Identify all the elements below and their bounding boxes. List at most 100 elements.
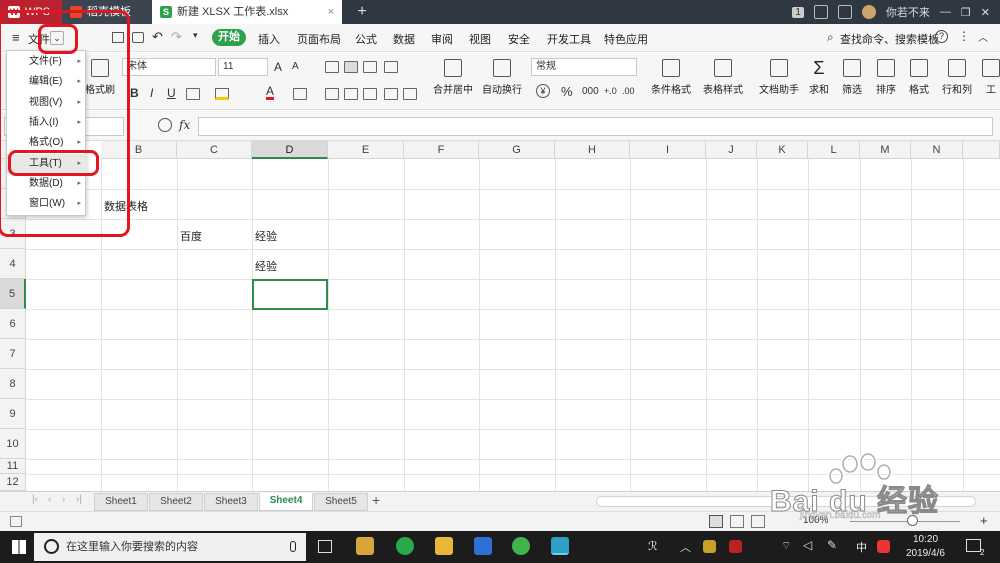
number-format-select[interactable]: 常规	[531, 58, 637, 76]
font-color-icon[interactable]: A	[266, 85, 275, 100]
notepad-app-icon[interactable]	[356, 537, 374, 555]
collapse-ribbon-icon[interactable]: ︿	[978, 29, 988, 44]
sheet-tab-5[interactable]: Sheet5	[314, 493, 368, 511]
new-tab-button[interactable]: +	[352, 2, 372, 22]
tab-start[interactable]: 开始	[212, 29, 246, 46]
file-explorer-icon[interactable]	[435, 537, 453, 555]
wechat-app-icon[interactable]	[512, 537, 530, 555]
row-header-7[interactable]: 7	[0, 339, 26, 369]
network-icon[interactable]: ⌔	[781, 539, 791, 553]
restore-icon[interactable]: ❐	[961, 6, 971, 19]
tab-insert[interactable]: 插入	[258, 31, 280, 47]
tab-developer[interactable]: 开发工具	[547, 31, 591, 47]
tab-current-file[interactable]: S 新建 XLSX 工作表.xlsx ×	[152, 0, 342, 24]
clock-date[interactable]: 2019/4/6	[906, 548, 945, 559]
conditional-format-button[interactable]: 条件格式	[648, 59, 694, 96]
wps-spreadsheet-app-icon[interactable]	[551, 537, 569, 555]
column-header-h[interactable]: H	[555, 141, 630, 159]
cell-d4[interactable]: 经验	[255, 258, 277, 274]
rows-columns-button[interactable]: 行和列	[938, 59, 976, 96]
tab-formula[interactable]: 公式	[355, 31, 377, 47]
last-sheet-icon[interactable]: ›|	[76, 494, 82, 505]
align-top-icon[interactable]	[325, 61, 339, 73]
column-header-i[interactable]: I	[630, 141, 706, 159]
filter-button[interactable]: 筛选	[838, 59, 866, 96]
column-header-next[interactable]	[963, 141, 1000, 159]
wrap-text-button[interactable]: 自动换行	[482, 59, 522, 96]
microphone-icon[interactable]	[290, 541, 296, 552]
row-header-10[interactable]: 10	[0, 429, 26, 459]
border-icon[interactable]	[186, 88, 200, 100]
first-sheet-icon[interactable]: |‹	[32, 494, 38, 505]
people-icon[interactable]: ℛ	[648, 539, 658, 553]
increase-decimal-icon[interactable]: +.0	[604, 86, 617, 96]
spreadsheet-grid[interactable]: B C D E F G H I J K L M N 2 3 4 5 6 7 8 …	[0, 141, 1000, 491]
tab-review[interactable]: 审阅	[431, 31, 453, 47]
tab-security[interactable]: 安全	[508, 31, 530, 47]
command-search[interactable]: 查找命令、搜索模板	[840, 31, 939, 47]
doc-assistant-button[interactable]: 文档助手	[758, 59, 800, 96]
column-header-d[interactable]: D	[252, 141, 328, 159]
minimize-icon[interactable]: —	[940, 6, 951, 18]
refresh-app-icon[interactable]	[396, 537, 414, 555]
tab-data[interactable]: 数据	[393, 31, 415, 47]
ime-icon[interactable]	[877, 540, 890, 553]
zoom-find-icon[interactable]	[158, 118, 172, 132]
thousands-icon[interactable]: 000	[582, 86, 599, 97]
reading-view-icon[interactable]	[751, 515, 765, 528]
justify-icon[interactable]	[384, 88, 398, 100]
row-header-6[interactable]: 6	[0, 309, 26, 339]
print-preview-icon[interactable]	[132, 32, 144, 43]
table-style-button[interactable]: 表格样式	[700, 59, 746, 96]
currency-icon[interactable]: ¥	[536, 84, 550, 98]
align-center-icon[interactable]	[344, 88, 358, 100]
column-header-k[interactable]: K	[757, 141, 808, 159]
sheet-tab-4[interactable]: Sheet4	[259, 493, 313, 511]
row-header-9[interactable]: 9	[0, 399, 26, 429]
clock-time[interactable]: 10:20	[913, 534, 938, 545]
column-header-n[interactable]: N	[911, 141, 963, 159]
cell-d3[interactable]: 经验	[255, 228, 277, 244]
quick-access-dropdown-icon[interactable]: ▾	[193, 30, 198, 41]
sheet-tab-2[interactable]: Sheet2	[149, 493, 203, 511]
row-header-8[interactable]: 8	[0, 369, 26, 399]
font-family-select[interactable]: 宋体	[122, 58, 216, 76]
windows-start-icon[interactable]	[12, 540, 26, 554]
font-size-select[interactable]: 11	[218, 58, 268, 76]
close-tab-icon[interactable]: ×	[328, 0, 334, 24]
column-header-c[interactable]: C	[177, 141, 252, 159]
task-view-icon[interactable]	[318, 540, 332, 553]
active-cell-d5[interactable]	[252, 279, 328, 310]
clear-format-icon[interactable]	[293, 88, 307, 100]
fill-color-icon[interactable]	[215, 88, 229, 100]
more-icon[interactable]: ⋮	[958, 29, 970, 43]
column-header-l[interactable]: L	[808, 141, 860, 159]
format-button[interactable]: 格式	[905, 59, 933, 96]
cell-c3[interactable]: 百度	[180, 228, 202, 244]
search-icon[interactable]: ⌕	[827, 30, 834, 45]
formula-input[interactable]	[198, 117, 993, 136]
close-icon[interactable]: ✕	[981, 6, 990, 19]
help-icon[interactable]: ?	[935, 30, 948, 43]
increase-font-icon[interactable]: A	[274, 60, 282, 74]
tab-features[interactable]: 特色应用	[604, 31, 648, 47]
sum-button[interactable]: Σ 求和	[806, 59, 832, 96]
input-language[interactable]: 中	[856, 539, 867, 555]
normal-view-icon[interactable]	[709, 515, 723, 528]
row-header-4[interactable]: 4	[0, 249, 26, 279]
add-sheet-button[interactable]: +	[372, 492, 380, 508]
zoom-in-icon[interactable]: +	[980, 513, 988, 528]
row-header-11[interactable]: 11	[0, 459, 26, 474]
column-header-g[interactable]: G	[479, 141, 555, 159]
bold-icon[interactable]: B	[130, 86, 139, 100]
column-header-m[interactable]: M	[860, 141, 911, 159]
decrease-decimal-icon[interactable]: .00	[622, 86, 635, 96]
wps-app-icon[interactable]	[474, 537, 492, 555]
taskbar-search-input[interactable]: 在这里输入你要搜索的内容	[34, 533, 306, 561]
tray-chevron-icon[interactable]: ︿	[680, 539, 691, 555]
prev-sheet-icon[interactable]: ‹	[48, 494, 51, 505]
row-header-5[interactable]: 5	[0, 279, 26, 309]
tray-app-icon[interactable]	[703, 540, 716, 553]
next-sheet-icon[interactable]: ›	[62, 494, 65, 505]
distributed-icon[interactable]	[403, 88, 417, 100]
